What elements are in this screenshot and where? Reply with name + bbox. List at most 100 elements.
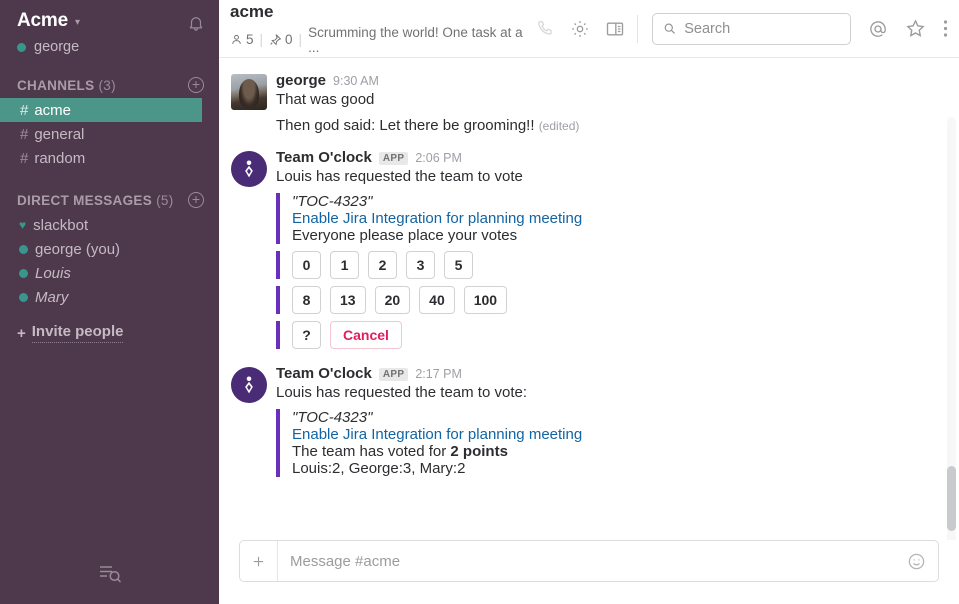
vote-button-13[interactable]: 13 [330,285,366,314]
result-value: 2 points [450,442,508,460]
attachment-link[interactable]: Enable Jira Integration for planning mee… [292,426,939,443]
vote-button-1[interactable]: 1 [330,250,359,279]
search-icon [664,23,675,34]
bell-icon [189,17,203,31]
message-composer[interactable] [239,540,939,582]
emoji-picker-button[interactable] [895,552,938,571]
message-text: That was good [276,91,375,108]
divider: | [259,32,264,48]
add-attachment-button[interactable] [240,541,278,581]
channel-topic[interactable]: Scrumming the world! One task at a ... [308,25,536,55]
slack-app: Acme ▾ george CHANNELS (3) + # acme # ge… [0,0,959,604]
team-name: Acme [17,10,68,31]
composer-area [219,540,959,604]
starred-items-button[interactable] [905,18,926,39]
team-oclock-logo-icon [245,376,253,394]
sidebar-item-george[interactable]: george (you) [0,237,219,261]
sidebar-item-louis[interactable]: Louis [0,261,219,285]
header-right-actions [868,18,948,39]
message-author[interactable]: george [276,72,326,89]
vote-button-20[interactable]: 20 [374,285,411,314]
message-header: george 9:30 AM [276,72,939,89]
cancel-button[interactable]: Cancel [330,320,402,349]
sidebar: Acme ▾ george CHANNELS (3) + # acme # ge… [0,0,219,604]
vote-button-8[interactable]: 8 [292,285,321,314]
edited-label: (edited) [538,118,580,133]
person-icon [232,35,241,45]
settings-button[interactable] [570,19,590,39]
header-divider [637,14,638,43]
direct-messages-section: DIRECT MESSAGES (5) ♥ slackbot george (y… [0,191,219,343]
add-channel-button[interactable] [188,76,204,93]
plus-icon [253,556,264,566]
call-button[interactable] [536,19,555,38]
presence-dot-icon [19,244,28,254]
sidebar-item-label: slackbot [33,216,89,234]
more-options-button[interactable] [943,19,948,38]
message-text: Louis has requested the team to vote [276,167,523,185]
app-badge: APP [378,367,409,381]
message-timestamp[interactable]: 2:17 PM [415,367,462,381]
notifications-bell-button[interactable] [187,14,205,37]
vote-button-2[interactable]: 2 [368,250,397,279]
attachment-result: The team has voted for 2 points [292,443,939,460]
vote-button-40[interactable]: 40 [419,285,455,314]
sidebar-item-general[interactable]: # general [0,122,219,146]
avatar[interactable] [231,150,267,187]
current-user-presence[interactable]: george [17,39,80,55]
message-timestamp[interactable]: 9:30 AM [333,74,379,88]
vote-button-0[interactable]: 0 [292,250,321,279]
sidebar-item-label: acme [34,101,72,119]
message-timestamp[interactable]: 2:06 PM [415,151,462,165]
channels-section-header: CHANNELS (3) [0,76,219,93]
avatar[interactable] [231,74,267,110]
kebab-menu-icon [943,20,948,37]
channel-header: acme 5 | 0 | Scrumming the world! One ta… [219,0,959,58]
jump-to-search-button[interactable] [97,562,123,589]
channel-details-button[interactable] [605,19,625,39]
message-author[interactable]: Team O'clock [276,149,372,166]
vote-button-unknown[interactable]: ? [292,320,321,349]
avatar[interactable] [231,366,267,403]
message-input[interactable] [278,552,895,570]
sidebar-item-mary[interactable]: Mary [0,285,219,309]
vote-button-row-1: 0 1 2 3 5 [276,250,939,279]
message-header: Team O'clock APP 2:17 PM [276,365,939,382]
pins-button[interactable]: 0 [269,32,293,47]
dm-section-title[interactable]: DIRECT MESSAGES (5) [17,193,174,208]
attachment-link[interactable]: Enable Jira Integration for planning mee… [292,210,939,227]
divider: | [298,32,303,48]
sidebar-item-acme[interactable]: # acme [0,98,202,122]
invite-people-button[interactable]: + Invite people [0,323,219,343]
sidebar-item-label: Mary [35,288,69,306]
members-button[interactable]: 5 [230,32,254,47]
jump-to-search-icon [99,565,121,583]
invite-people-label: Invite people [31,323,124,343]
main-panel: acme 5 | 0 | Scrumming the world! One ta… [219,0,959,604]
sidebar-item-slackbot[interactable]: ♥ slackbot [0,213,219,237]
attachment-body: Everyone please place your votes [292,226,518,244]
mentions-button[interactable] [868,19,888,39]
heart-icon: ♥ [19,218,27,232]
message-list[interactable]: george 9:30 AM That was good Then god sa… [219,58,959,540]
phone-icon [538,21,552,35]
message-author[interactable]: Team O'clock [276,365,372,382]
gear-icon [572,20,588,37]
attachment-block: "TOC-4323" Enable Jira Integration for p… [276,192,939,244]
message-teamoclock-vote-request: Team O'clock APP 2:06 PM Louis has reque… [219,137,959,349]
sidebar-item-random[interactable]: # random [0,146,219,170]
vote-button-5[interactable]: 5 [444,250,473,279]
dm-label: DIRECT MESSAGES [17,192,153,208]
scrollbar-thumb[interactable] [947,466,956,531]
current-user-name: george [34,39,80,55]
message-teamoclock-vote-result: Team O'clock APP 2:17 PM Louis has reque… [219,349,959,477]
channels-section-title[interactable]: CHANNELS (3) [17,78,116,93]
plus-icon: + [17,324,26,342]
add-dm-button[interactable] [188,191,204,208]
search-input[interactable] [684,20,840,37]
search-box[interactable] [652,12,851,45]
vote-button-3[interactable]: 3 [406,250,435,279]
vote-button-100[interactable]: 100 [463,285,508,314]
star-icon [906,19,925,37]
team-switcher[interactable]: Acme ▾ [17,10,80,32]
